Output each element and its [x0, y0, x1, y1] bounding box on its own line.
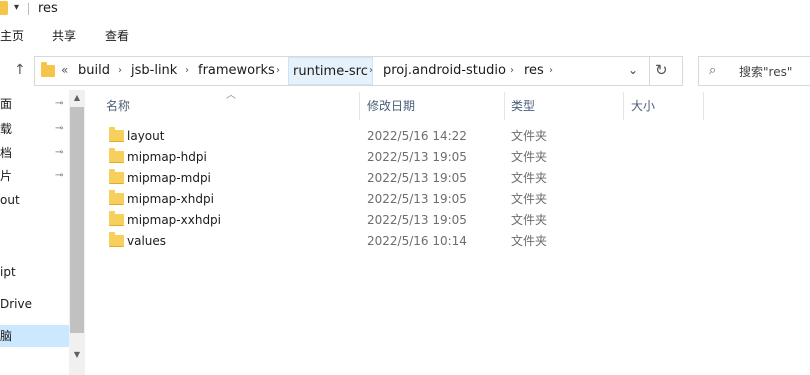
nav-item-layout[interactable]: out	[0, 189, 69, 211]
breadcrumb-jsb-link[interactable]: jsb-link	[127, 57, 181, 85]
nav-item-script[interactable]: ipt	[0, 261, 69, 283]
nav-item-label: Drive	[0, 297, 32, 311]
folder-icon	[0, 1, 8, 15]
file-name: values	[127, 234, 167, 248]
tab-share[interactable]: 共享	[52, 27, 76, 44]
column-header-size[interactable]: 大小	[625, 92, 703, 120]
column-header-modified[interactable]: 修改日期	[361, 92, 504, 120]
navigation-pane: 面 ⊸ 载 ⊸ 档 ⊸ 片 ⊸ out ipt Drive 脑 ▲ ▼	[0, 90, 85, 375]
nav-item-label: 载	[0, 122, 13, 136]
file-type: 文件夹	[511, 150, 548, 164]
folder-icon	[109, 127, 124, 142]
breadcrumb-frameworks[interactable]: frameworks	[194, 57, 279, 85]
file-modified: 2022/5/13 19:05	[367, 150, 467, 164]
nav-item-onedrive[interactable]: Drive	[0, 293, 69, 315]
nav-item-label: 档	[0, 146, 13, 160]
nav-item-label: 脑	[0, 329, 13, 343]
breadcrumb-separator-icon[interactable]: ›	[549, 57, 553, 85]
scroll-down-icon[interactable]: ▼	[69, 347, 85, 363]
table-row[interactable]: mipmap-xhdpi 2022/5/13 19:05 文件夹	[104, 189, 704, 210]
table-row[interactable]: layout 2022/5/16 14:22 文件夹	[104, 126, 704, 147]
search-placeholder: 搜索"res"	[739, 65, 793, 79]
nav-item-downloads[interactable]: 载 ⊸	[0, 118, 69, 140]
column-header-type[interactable]: 类型	[505, 92, 623, 120]
file-name: mipmap-xxhdpi	[127, 213, 222, 227]
breadcrumb-separator-icon[interactable]: ›	[118, 57, 122, 85]
search-icon: ⌕	[709, 63, 717, 78]
file-name: mipmap-mdpi	[127, 171, 211, 185]
column-divider[interactable]	[359, 92, 360, 120]
file-type: 文件夹	[511, 129, 548, 143]
folder-icon	[41, 62, 55, 77]
breadcrumb-res[interactable]: res	[520, 57, 548, 85]
file-name: mipmap-hdpi	[127, 150, 207, 164]
arrow-up-icon[interactable]: ↑	[14, 62, 26, 78]
file-modified: 2022/5/13 19:05	[367, 192, 467, 206]
scroll-up-icon[interactable]: ▲	[69, 90, 85, 106]
table-row[interactable]: mipmap-hdpi 2022/5/13 19:05 文件夹	[104, 147, 704, 168]
file-modified: 2022/5/16 10:14	[367, 234, 467, 248]
breadcrumb-separator-icon[interactable]: ›	[369, 57, 373, 85]
breadcrumb-runtime-src[interactable]: runtime-src	[288, 57, 373, 85]
file-name: mipmap-xhdpi	[127, 192, 214, 206]
table-row[interactable]: mipmap-xxhdpi 2022/5/13 19:05 文件夹	[104, 210, 704, 231]
file-type: 文件夹	[511, 192, 548, 206]
nav-item-documents[interactable]: 档 ⊸	[0, 142, 69, 164]
file-type: 文件夹	[511, 234, 548, 248]
refresh-icon[interactable]: ↻	[655, 61, 668, 79]
pin-icon[interactable]: ⊸	[55, 118, 63, 140]
nav-item-this-pc[interactable]: 脑	[0, 325, 69, 347]
file-modified: 2022/5/16 14:22	[367, 129, 467, 143]
file-modified: 2022/5/13 19:05	[367, 213, 467, 227]
pin-icon[interactable]: ⊸	[55, 93, 63, 115]
quick-access-dropdown-icon[interactable]: ▾	[14, 2, 19, 13]
nav-item-label: 片	[0, 169, 13, 183]
column-divider[interactable]	[703, 92, 704, 120]
scroll-thumb[interactable]	[70, 107, 84, 333]
tab-home[interactable]: 主页	[0, 27, 24, 44]
search-input[interactable]: ⌕ 搜索"res"	[698, 56, 810, 86]
address-divider	[649, 57, 650, 85]
file-type: 文件夹	[511, 213, 548, 227]
file-type: 文件夹	[511, 171, 548, 185]
overflow-icon[interactable]: «	[61, 57, 68, 85]
window-title: res	[38, 1, 58, 16]
breadcrumb-separator-icon[interactable]: ›	[185, 57, 189, 85]
nav-item-pictures[interactable]: 片 ⊸	[0, 165, 69, 187]
folder-icon	[109, 169, 124, 184]
file-name: layout	[127, 129, 165, 143]
folder-icon	[109, 211, 124, 226]
column-divider[interactable]	[623, 92, 624, 120]
breadcrumb-separator-icon[interactable]: ›	[276, 57, 280, 85]
nav-item-label: 面	[0, 97, 13, 111]
tab-view[interactable]: 查看	[105, 27, 129, 44]
title-bar: ▾ res	[0, 0, 810, 18]
table-row[interactable]: mipmap-mdpi 2022/5/13 19:05 文件夹	[104, 168, 704, 189]
pin-icon[interactable]: ⊸	[55, 142, 63, 164]
breadcrumb-separator-icon[interactable]: ›	[510, 57, 514, 85]
nav-item-label: out	[0, 193, 20, 207]
folder-icon	[109, 190, 124, 205]
column-header-name[interactable]: 名称	[100, 92, 359, 120]
nav-item-desktop[interactable]: 面 ⊸	[0, 93, 69, 115]
pin-icon[interactable]: ⊸	[55, 165, 63, 187]
breadcrumb-build[interactable]: build	[74, 57, 114, 85]
file-modified: 2022/5/13 19:05	[367, 171, 467, 185]
chevron-down-icon[interactable]: ⌄	[628, 63, 638, 77]
folder-icon	[109, 148, 124, 163]
breadcrumb-proj-android-studio[interactable]: proj.android-studio	[379, 57, 510, 85]
nav-item-label: ipt	[0, 265, 16, 279]
table-row[interactable]: values 2022/5/16 10:14 文件夹	[104, 231, 704, 252]
address-bar[interactable]: « build › jsb-link › frameworks › runtim…	[34, 56, 683, 86]
title-divider	[28, 3, 29, 15]
folder-icon	[109, 232, 124, 247]
